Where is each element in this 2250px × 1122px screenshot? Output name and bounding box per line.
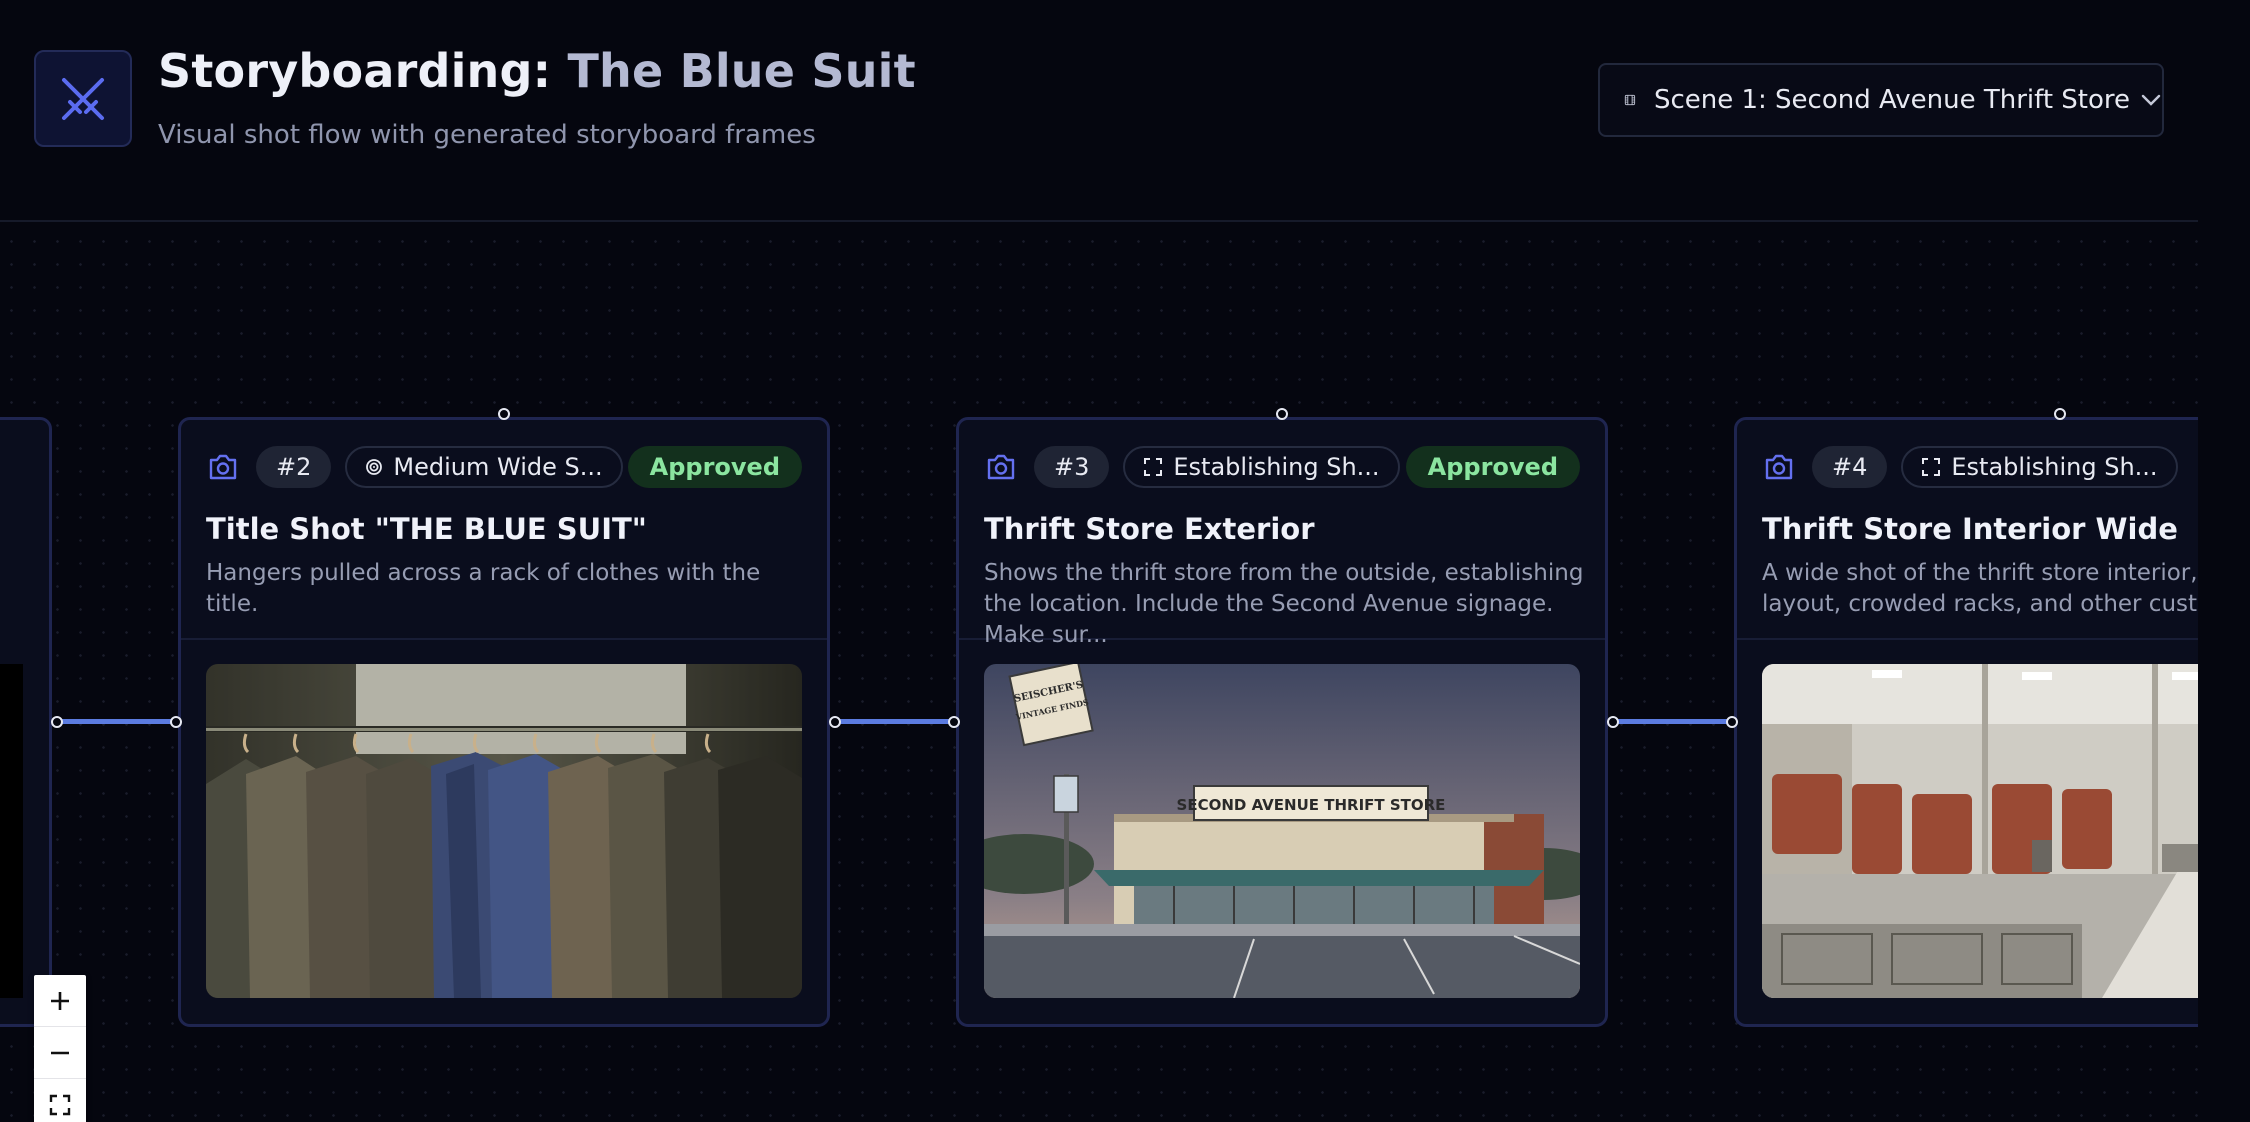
shot-card-partial[interactable] [0,417,52,1027]
scene-select-value: Scene 1: Second Avenue Thrift Store [1653,85,2130,115]
camera-icon [1762,450,1796,484]
shot-card[interactable]: #4 Establishing Sh... Thrift Store Inter… [1734,417,2198,1027]
shot-type-chip[interactable]: Medium Wide S... [345,446,623,488]
expand-icon [1921,457,1941,477]
edge-port[interactable] [51,716,63,728]
fit-view-button[interactable] [34,1079,86,1122]
edge-port[interactable] [948,716,960,728]
storyboard-frame: SECOND AVENUE THRIFT STORE SEISCHER'S VI… [984,664,1580,998]
shot-description: A wide shot of the thrift store interior… [1762,560,2198,617]
storyboard-frame-partial [0,664,23,998]
edge-port[interactable] [1726,716,1738,728]
shot-title: Title Shot "THE BLUE SUIT" [206,512,647,546]
card-top-port[interactable] [2054,408,2066,420]
fit-view-icon [49,1094,71,1116]
shot-number: #4 [1812,446,1888,488]
camera-icon [984,450,1018,484]
card-top-port[interactable] [1276,408,1288,420]
shot-number: #3 [1034,446,1110,488]
shot-number: #2 [256,446,332,488]
expand-icon [1143,457,1163,477]
shot-card[interactable]: #3 Establishing Sh... Approved Thrift St… [956,417,1608,1027]
shot-card[interactable]: #2 Medium Wide S... Approved Title Shot … [178,417,830,1027]
frame-sign-text: SECOND AVENUE THRIFT STORE [1177,796,1446,814]
flow-edge[interactable] [834,719,954,724]
title-prefix: Storyboarding: [158,44,552,98]
zoom-controls [34,975,86,1122]
chevron-down-icon [2140,93,2162,107]
page-title: Storyboarding: The Blue Suit [158,44,916,98]
card-top-port[interactable] [498,408,510,420]
shot-type-label: Establishing Sh... [1173,453,1380,481]
shot-type-label: Establishing Sh... [1951,453,2158,481]
flow-edge[interactable] [1612,719,1732,724]
shot-description: Shows the thrift store from the outside,… [984,560,1584,648]
film-icon [1624,94,1636,106]
app-header: Storyboarding: The Blue Suit Visual shot… [0,0,2198,222]
page-margin [2198,0,2250,1122]
zoom-in-button[interactable] [34,975,86,1027]
shot-description: Hangers pulled across a rack of clothes … [206,560,761,617]
flow-edge[interactable] [57,719,175,724]
zoom-out-button[interactable] [34,1027,86,1079]
shot-type-chip[interactable]: Establishing Sh... [1123,446,1400,488]
plus-icon [51,991,69,1010]
storyboard-frame [1762,664,2198,998]
minus-icon [51,1051,69,1054]
status-badge: Approved [627,446,802,488]
target-icon [365,458,383,476]
crossed-swords-icon [62,77,104,120]
status-badge: Approved [1405,446,1580,488]
shot-type-chip[interactable]: Establishing Sh... [1901,446,2178,488]
edge-port[interactable] [170,716,182,728]
storyboard-frame [206,664,802,998]
shot-title: Thrift Store Exterior [984,512,1315,546]
scene-select[interactable]: Scene 1: Second Avenue Thrift Store [1598,63,2164,137]
title-name: The Blue Suit [567,44,916,98]
shot-title: Thrift Store Interior Wide [1762,512,2178,546]
shot-type-label: Medium Wide S... [393,453,603,481]
camera-icon [206,450,240,484]
edge-port[interactable] [1607,716,1619,728]
app-logo [34,50,132,147]
page-subtitle: Visual shot flow with generated storyboa… [158,120,816,150]
edge-port[interactable] [829,716,841,728]
